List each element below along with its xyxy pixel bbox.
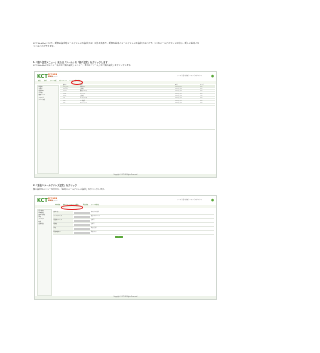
signature-select[interactable] [74, 227, 90, 230]
screenshot-mail-list: KCT KCT WEB MAIL ケーブルテレビ ツール | 個人設定 | ヘル… [34, 71, 217, 178]
highlight-sender-address [61, 205, 83, 210]
menu-schedule[interactable]: スケジュール [59, 81, 67, 84]
kct-logo: KCT KCT WEB MAIL ケーブルテレビ [37, 73, 58, 80]
intro-line-2: つくることができます。 [33, 46, 56, 48]
sidebar-item-addressbook[interactable]: アドレス帳 [39, 100, 45, 102]
menu-compose[interactable]: 作成 [44, 81, 47, 84]
settings-sidebar: 個人設定 基本設定 差出人設定 署名 フィルタ 転送 自動返信 [36, 208, 52, 296]
table-row[interactable]: info キャンペーン 2013/04/05 9KB [60, 103, 215, 106]
sidebar-item-autoreply[interactable]: 自動返信 [39, 224, 44, 226]
brand-mark-icon: ● [210, 74, 214, 78]
tab-basic[interactable]: 基本設定 [55, 205, 60, 208]
tab-filter[interactable]: フィルタ設定 [91, 205, 99, 208]
menu-inbox[interactable]: 受信 [38, 81, 41, 84]
preview-pane [60, 128, 215, 160]
step1-heading: 1.「個人設定メニュー」または「ツール」の「個人設定」をクリックします [33, 60, 108, 64]
folder-sidebar: 受信箱 下書き 送信済み ゴミ箱 迷惑メール フォルダ アドレス帳 [36, 84, 59, 174]
step2-body: 個人設定のメニューの中から、「差出人メールアドレス設定」をクリックします。 [33, 188, 106, 191]
footer: Copyright © KCT All Rights Reserved. [35, 174, 216, 177]
save-button[interactable]: 保存 [115, 236, 123, 239]
main-menu: 受信 作成 アドレス帳 スケジュール ツール 個人設定 [35, 81, 216, 84]
step2-heading: 2.「差出人メールアドレス設定」をクリック [33, 184, 77, 187]
top-links[interactable]: ツール | 個人設定 | ヘルプ | ログアウト [177, 75, 202, 77]
mail-list: 差出人 件名 日付 サイズ info@kct お知らせ 2013/05/01 3KB … [60, 84, 215, 175]
brand-mark-icon: ● [210, 198, 214, 202]
default-checkbox[interactable] [74, 231, 90, 234]
step1-body: KCT WebMail のメニュー右上の「個人設定」メニュー、または「ツール」の… [33, 65, 133, 67]
kct-logo: KCT KCT WEB MAIL ケーブルテレビ [37, 197, 58, 204]
sender-name-field[interactable] [74, 211, 90, 214]
footer: Copyright © KCT All Rights Reserved. [35, 296, 216, 299]
organization-field[interactable] [74, 223, 90, 226]
intro-line-1: KCT WebMail（以下、新規ID設定時メールアドレスを設定する）以外を含め… [33, 42, 200, 45]
tab-signature[interactable]: 署名設定 [83, 205, 88, 208]
screenshot-settings: KCT KCT WEB MAIL ケーブルテレビ ツール | 個人設定 | ヘル… [34, 195, 217, 300]
top-links[interactable]: ツール | 個人設定 | ヘルプ | ログアウト [177, 199, 202, 201]
form-row-default: 既定の差出人 既定にする [53, 231, 214, 236]
email-field[interactable] [74, 215, 90, 218]
menu-addressbook[interactable]: アドレス帳 [50, 81, 56, 84]
reply-to-field[interactable] [74, 219, 90, 222]
